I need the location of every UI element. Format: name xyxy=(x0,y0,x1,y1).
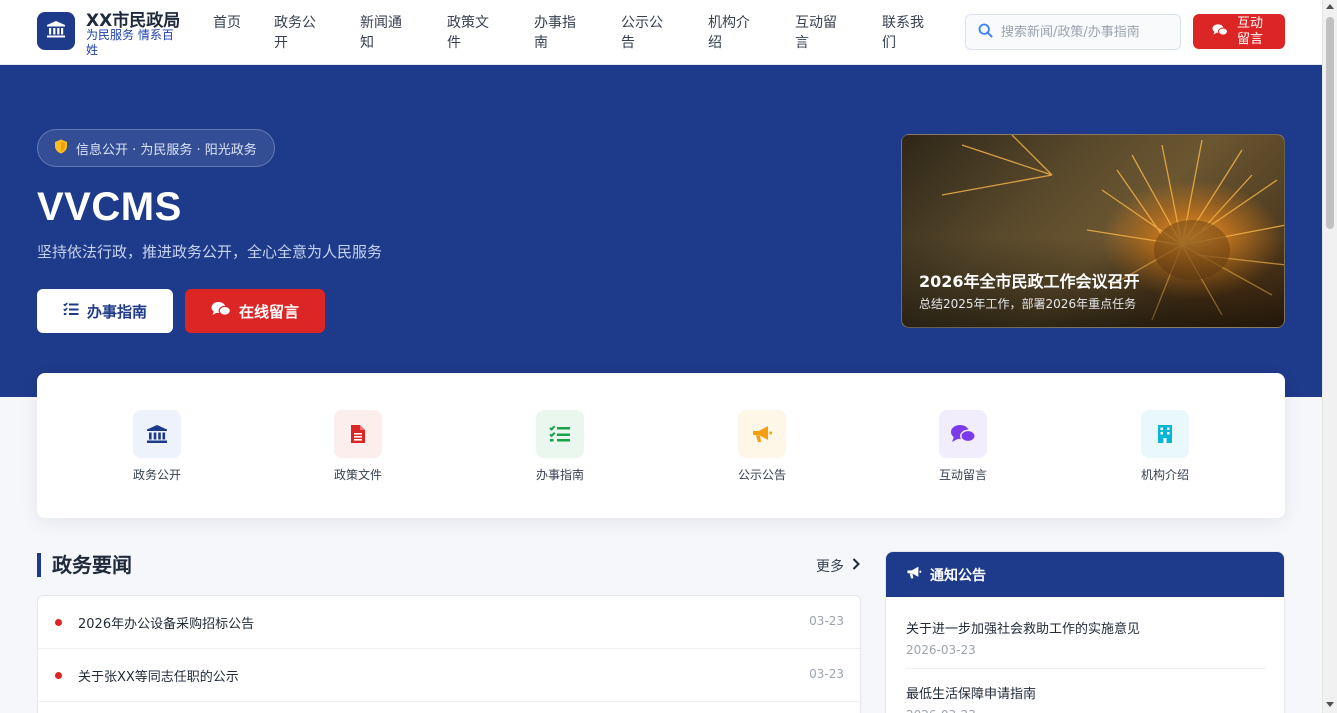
notice-item-date: 2026-03-23 xyxy=(906,708,1266,713)
checklist-icon xyxy=(536,410,584,458)
guide-button[interactable]: 办事指南 xyxy=(37,289,173,333)
notice-item-date: 2026-03-23 xyxy=(906,643,976,657)
notice-item-title[interactable]: 最低生活保障申请指南 xyxy=(906,683,1266,702)
quick-link-announcement[interactable]: 公示公告 xyxy=(712,410,812,483)
online-message-button[interactable]: 在线留言 xyxy=(185,289,325,333)
news-section-title: 政务要闻 xyxy=(52,553,132,577)
quick-link-label: 公示公告 xyxy=(737,468,786,482)
file-icon xyxy=(334,410,382,458)
bullet-dot xyxy=(55,619,62,626)
nav-interaction[interactable]: 互动留言 xyxy=(795,13,839,53)
divider xyxy=(906,668,1266,669)
site-header: XX市民政局 为民服务 情系百姓 首页 政务公开 新闻通知 政策文件 办事指南 … xyxy=(0,0,1322,65)
hero-banner: 信息公开 · 为民服务 · 阳光政务 VVCMS 坚持依法行政，推进政务公开，全… xyxy=(0,65,1322,397)
featured-news-card[interactable]: 2026年全市民政工作会议召开 总结2025年工作，部署2026年重点任务 xyxy=(901,134,1285,328)
search-box xyxy=(965,14,1181,50)
site-slogan: 为民服务 情系百姓 xyxy=(86,28,174,57)
online-message-button-label: 在线留言 xyxy=(238,302,299,321)
nav-announcement[interactable]: 公示公告 xyxy=(621,13,665,53)
quick-link-label: 政策文件 xyxy=(333,468,382,482)
chevron-right-icon xyxy=(852,558,860,574)
hero-subtitle: 坚持依法行政，推进政务公开，全心全意为人民服务 xyxy=(37,243,383,261)
featured-news-subtitle: 总结2025年工作，部署2026年重点任务 xyxy=(919,297,1137,311)
bullet-dot xyxy=(55,672,62,679)
news-list: 2026年办公设备采购招标公告 03-23 关于张XX等同志任职的公示 03-2… xyxy=(37,595,861,713)
quick-link-label: 办事指南 xyxy=(535,468,584,482)
quick-link-label: 互动留言 xyxy=(938,468,987,482)
notice-item[interactable]: 最低生活保障申请指南 2026-03-23 xyxy=(906,683,1266,713)
nav-guide[interactable]: 办事指南 xyxy=(534,13,578,53)
page-scrollbar[interactable] xyxy=(1322,0,1337,713)
scroll-down-arrow[interactable] xyxy=(1326,702,1334,707)
scrollbar-thumb[interactable] xyxy=(1326,17,1334,229)
news-item[interactable]: 2026年办公设备采购招标公告 03-23 xyxy=(38,596,860,649)
notice-panel: 通知公告 关于进一步加强社会救助工作的实施意见 2026-03-23 最低生活保… xyxy=(885,551,1285,713)
quick-links-panel: 政务公开 政策文件 办事指南 公示公告 互动留言 机构介绍 xyxy=(37,373,1285,518)
comments-icon xyxy=(939,410,987,458)
nav-news[interactable]: 新闻通知 xyxy=(360,13,404,53)
quick-link-interaction[interactable]: 互动留言 xyxy=(913,410,1013,483)
search-icon[interactable] xyxy=(978,23,993,42)
comments-icon xyxy=(211,301,231,321)
comments-icon xyxy=(1212,22,1228,41)
bank-icon xyxy=(133,410,181,458)
megaphone-icon xyxy=(906,565,922,584)
notice-item-title[interactable]: 关于进一步加强社会救助工作的实施意见 xyxy=(906,618,1266,637)
scroll-up-arrow[interactable] xyxy=(1326,4,1334,9)
news-item[interactable]: 关于张XX等同志任职的公示 03-23 xyxy=(38,649,860,702)
quick-link-policy[interactable]: 政策文件 xyxy=(308,410,408,483)
nav-home[interactable]: 首页 xyxy=(213,13,243,33)
quick-link-about[interactable]: 机构介绍 xyxy=(1115,410,1215,483)
guide-button-label: 办事指南 xyxy=(86,302,147,321)
news-item-date: 03-23 xyxy=(809,667,844,681)
search-input[interactable] xyxy=(1001,24,1171,40)
notice-item[interactable]: 关于进一步加强社会救助工作的实施意见 2026-03-23 xyxy=(906,618,1266,657)
news-item-title[interactable]: 关于张XX等同志任职的公示 xyxy=(78,666,239,685)
section-accent-bar xyxy=(37,553,41,577)
nav-contact[interactable]: 联系我们 xyxy=(882,13,926,53)
logo[interactable] xyxy=(37,12,75,50)
notice-header: 通知公告 xyxy=(886,552,1284,597)
bank-icon xyxy=(46,20,66,42)
hero-badge: 信息公开 · 为民服务 · 阳光政务 xyxy=(37,129,275,167)
hero-title: VVCMS xyxy=(37,185,182,229)
megaphone-icon xyxy=(738,410,786,458)
news-more-label: 更多 xyxy=(816,559,844,575)
notice-title: 通知公告 xyxy=(930,567,986,584)
featured-news-title: 2026年全市民政工作会议召开 xyxy=(919,272,1140,291)
checklist-icon xyxy=(63,302,79,320)
shield-icon xyxy=(54,139,68,158)
nav-gov-affairs[interactable]: 政务公开 xyxy=(274,13,318,53)
nav-policy[interactable]: 政策文件 xyxy=(447,13,491,53)
news-more-link[interactable]: 更多 xyxy=(816,556,860,576)
message-button-label: 互动留言 xyxy=(1236,15,1263,47)
quick-link-label: 机构介绍 xyxy=(1140,468,1189,482)
news-item-date: 03-23 xyxy=(809,614,844,628)
message-button[interactable]: 互动留言 xyxy=(1193,14,1285,49)
building-icon xyxy=(1141,410,1189,458)
quick-link-gov-affairs[interactable]: 政务公开 xyxy=(107,410,207,483)
quick-link-guide[interactable]: 办事指南 xyxy=(510,410,610,483)
nav-about[interactable]: 机构介绍 xyxy=(708,13,752,53)
hero-badge-text: 信息公开 · 为民服务 · 阳光政务 xyxy=(76,142,257,158)
quick-link-label: 政务公开 xyxy=(132,468,181,482)
news-item-title[interactable]: 2026年办公设备采购招标公告 xyxy=(78,613,254,632)
